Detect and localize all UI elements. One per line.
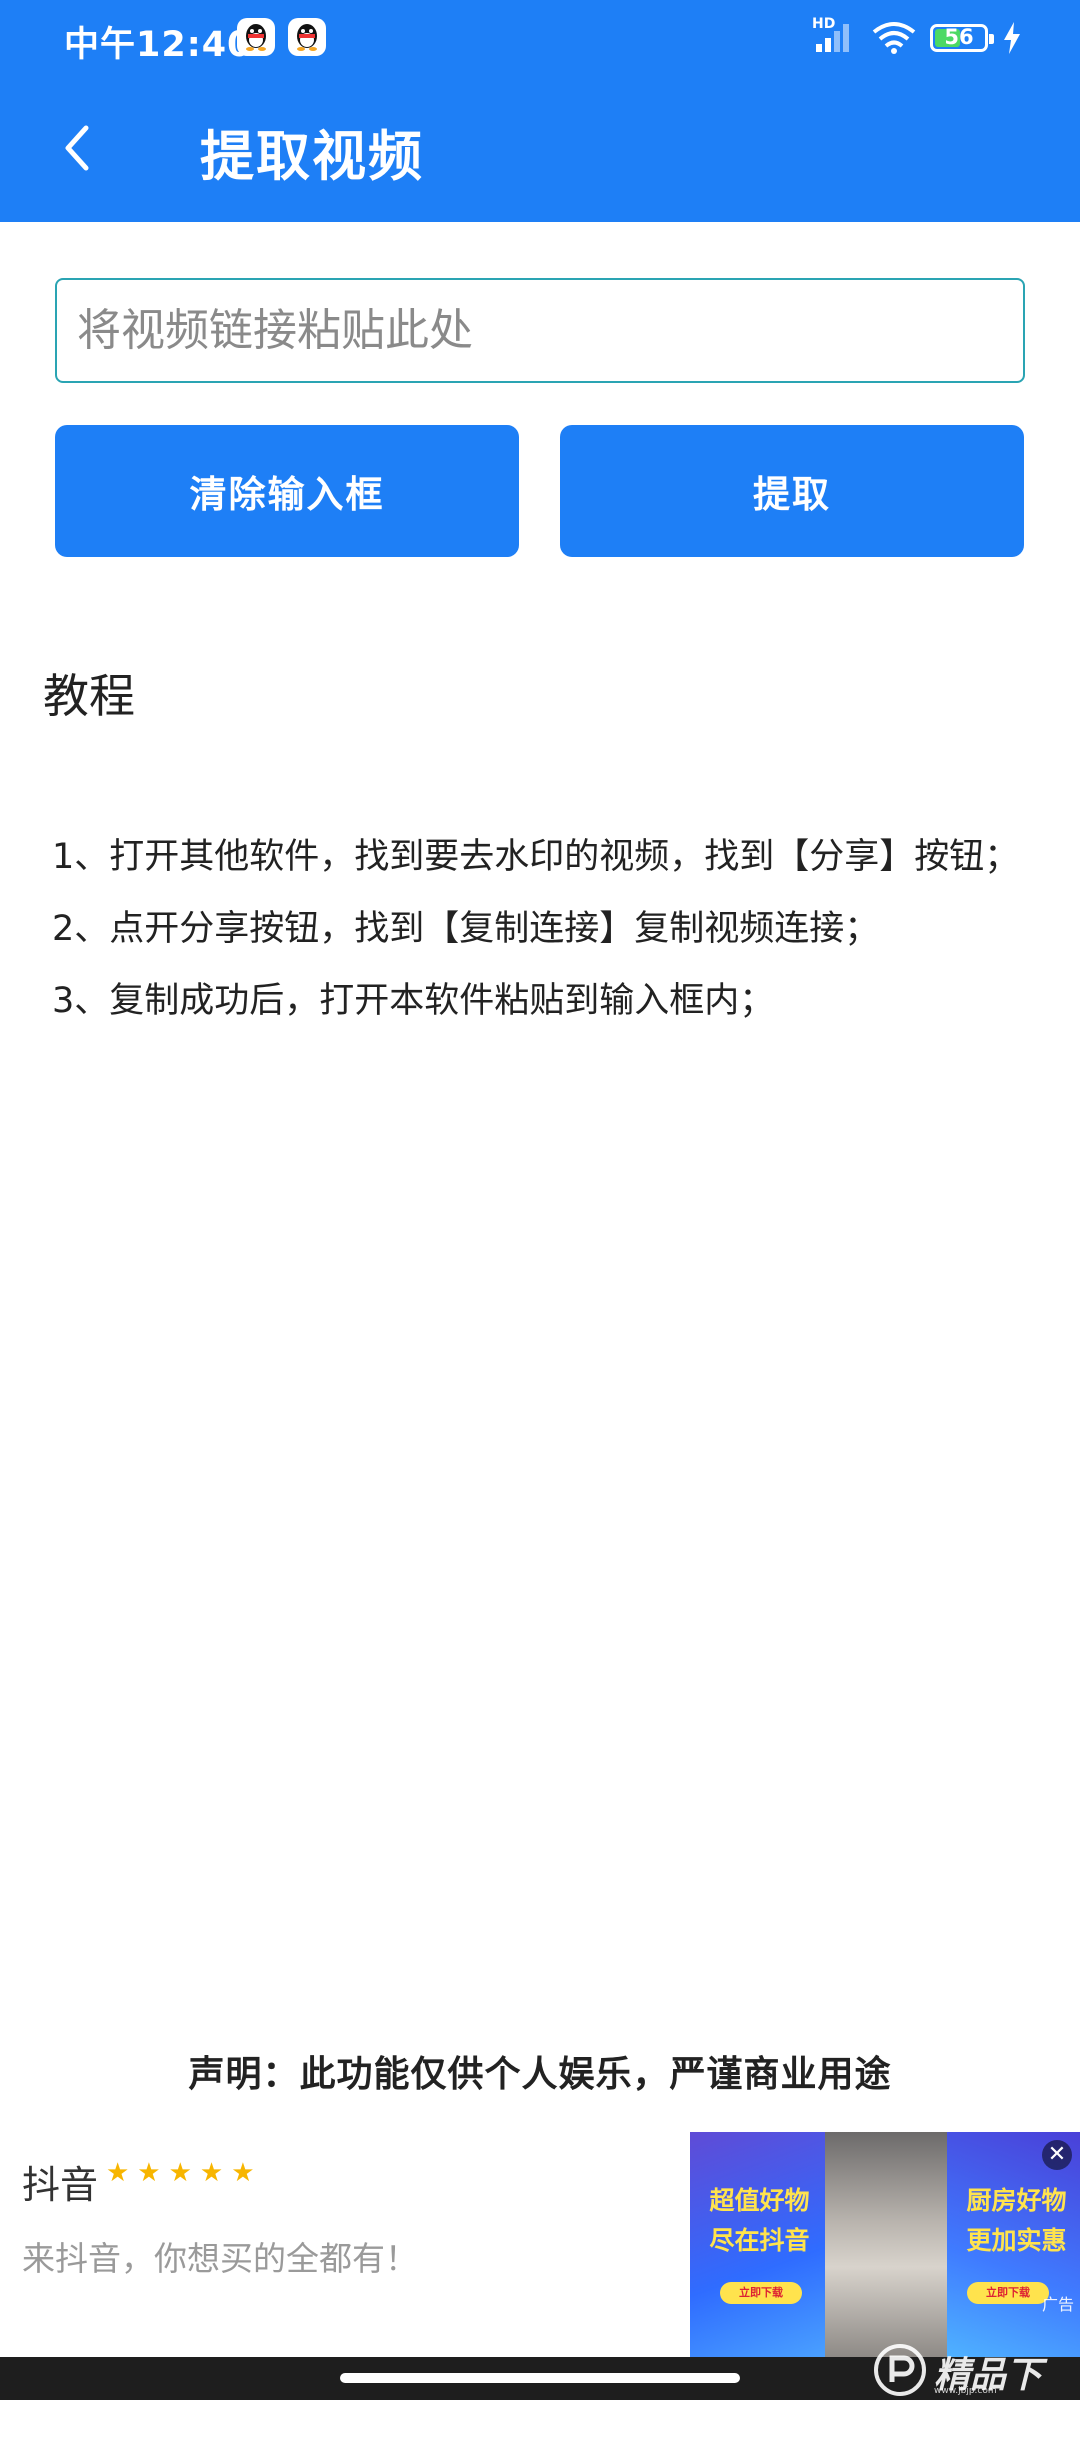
- video-link-input[interactable]: [57, 280, 1023, 381]
- status-bar: 中午12:40 HD 56: [0, 0, 1080, 80]
- disclaimer-text: 声明：此功能仅供个人娱乐，严谨商业用途: [188, 2054, 892, 2095]
- watermark-logo-icon: [874, 2344, 926, 2396]
- home-gesture-handle[interactable]: [340, 2373, 740, 2383]
- ad-image-kitchen: [825, 2132, 947, 2357]
- charging-icon: [1004, 22, 1020, 54]
- ad-image-text: 尽在抖音: [709, 2226, 810, 2255]
- tutorial-step: 3、复制成功后，打开本软件粘贴到输入框内；: [52, 981, 775, 1021]
- site-watermark: 精品下载 www.jbjp.com: [872, 2338, 1072, 2448]
- battery-cap: [989, 34, 994, 44]
- qq-notification-icon: [237, 18, 275, 56]
- ad-image-strip[interactable]: 超值好物 尽在抖音 立即下载 厨房好物 更加实惠 立即下载 ✕ 广告: [690, 2132, 1080, 2357]
- ad-slogan: 来抖音，你想买的全都有！: [22, 2239, 418, 2278]
- ad-download-button[interactable]: 立即下载: [967, 2282, 1049, 2304]
- page-title: 提取视频: [200, 125, 424, 188]
- tutorial-step: 1、打开其他软件，找到要去水印的视频，找到【分享】按钮；: [52, 837, 1020, 877]
- wifi-icon: [872, 22, 916, 54]
- extract-button[interactable]: 提取: [560, 425, 1024, 557]
- ad-image-text: 超值好物: [709, 2186, 810, 2215]
- watermark-brand: 精品下载: [934, 2355, 1043, 2448]
- ad-image: 超值好物 尽在抖音 立即下载: [690, 2132, 825, 2357]
- ad-download-button[interactable]: 立即下载: [720, 2282, 802, 2304]
- ad-rating-stars: ★★★★★: [106, 2158, 263, 2188]
- battery-level-text: 56: [944, 25, 974, 49]
- status-time: 中午12:40: [64, 25, 253, 65]
- ad-tag: 广告: [1041, 2295, 1074, 2314]
- ad-image-text: 更加实惠: [966, 2226, 1067, 2255]
- tutorial-steps: 1、打开其他软件，找到要去水印的视频，找到【分享】按钮； 2、点开分享按钮，找到…: [52, 832, 1052, 1048]
- tutorial-heading: 教程: [43, 669, 135, 723]
- ad-close-icon[interactable]: ✕: [1042, 2140, 1072, 2170]
- signal-icon: [816, 24, 849, 52]
- battery-icon: 56: [930, 24, 994, 52]
- watermark-url: www.jbjp.com: [934, 2386, 997, 2396]
- ad-app-name: 抖音: [22, 2163, 99, 2207]
- app-header: 中午12:40 HD 56 提取视频: [0, 0, 1080, 222]
- ad-banner[interactable]: 抖音 ★★★★★ 来抖音，你想买的全都有！ 超值好物 尽在抖音 立即下载 厨房好…: [0, 2132, 1080, 2357]
- clear-input-button[interactable]: 清除输入框: [55, 425, 519, 557]
- qq-notification-icon: [288, 18, 326, 56]
- video-link-input-box[interactable]: [55, 278, 1025, 383]
- ad-image-text: 厨房好物: [966, 2186, 1067, 2215]
- tutorial-step: 2、点开分享按钮，找到【复制连接】复制视频连接；: [52, 909, 880, 949]
- back-arrow-icon[interactable]: [58, 118, 98, 178]
